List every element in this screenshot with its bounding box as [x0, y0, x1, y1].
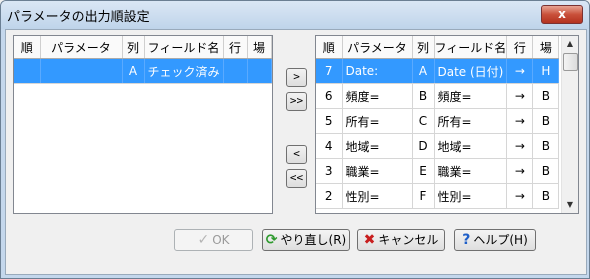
cell-row: →	[506, 83, 534, 109]
cell-parameter: 職業=	[342, 158, 413, 184]
cell-column: E	[412, 158, 435, 184]
cell-field-name: 頻度=	[434, 83, 508, 109]
cell-order: 3	[316, 158, 343, 184]
cell-column: C	[412, 108, 435, 134]
column-header-row[interactable]: 行	[223, 36, 248, 59]
question-icon: ?	[462, 232, 471, 248]
cell-row: →	[506, 183, 534, 209]
cell-row: →	[506, 108, 534, 134]
output-order-table[interactable]: 順 パラメータ 列 フィールド名 行 場 7 Date: A Date (日付)	[315, 35, 579, 214]
title-bar[interactable]: パラメータの出力順設定 x	[1, 1, 589, 29]
cell-field-name: チェック済み	[144, 58, 224, 84]
column-header-row[interactable]: 行	[506, 36, 534, 59]
table-header-row: 順 パラメータ 列 フィールド名 行 場	[316, 36, 560, 59]
column-header-place[interactable]: 場	[532, 36, 560, 59]
move-left-button[interactable]: <	[286, 145, 307, 164]
dialog-window: パラメータの出力順設定 x 順 パラメータ 列 フィールド名 行 場 A チェッ…	[0, 0, 590, 279]
cell-place: B	[532, 158, 560, 184]
table-row[interactable]: 2 性別= F 性別= → B	[316, 183, 560, 209]
cell-row	[223, 58, 248, 84]
help-button[interactable]: ? ヘルプ(H)	[454, 229, 536, 251]
dialog-client-area: 順 パラメータ 列 フィールド名 行 場 A チェック済み > >> < << …	[5, 29, 587, 275]
cell-order: 4	[316, 133, 343, 159]
window-title: パラメータの出力順設定	[7, 10, 150, 25]
reset-button-label: やり直し(R)	[280, 233, 347, 247]
cell-row: →	[506, 133, 534, 159]
close-icon: x	[558, 7, 566, 21]
table-row[interactable]: 7 Date: A Date (日付) → H	[316, 58, 560, 84]
close-button[interactable]: x	[541, 5, 583, 24]
column-header-parameter[interactable]: パラメータ	[40, 36, 123, 59]
column-header-order[interactable]: 順	[316, 36, 343, 59]
cell-place: B	[532, 133, 560, 159]
x-icon: ✖	[363, 232, 376, 248]
refresh-icon: ⟳	[265, 232, 278, 248]
column-header-column[interactable]: 列	[412, 36, 435, 59]
scroll-up-arrow-icon[interactable]: ▲	[562, 36, 578, 52]
cell-field-name: 所有=	[434, 108, 508, 134]
cell-column: F	[412, 183, 435, 209]
table-row[interactable]: 3 職業= E 職業= → B	[316, 158, 560, 184]
cell-parameter: 地域=	[342, 133, 413, 159]
scroll-thumb[interactable]	[563, 53, 578, 71]
check-icon: ✓	[197, 232, 210, 248]
cancel-button-label: キャンセル	[378, 233, 439, 247]
scroll-down-arrow-icon[interactable]: ▼	[562, 197, 578, 213]
column-header-column[interactable]: 列	[122, 36, 145, 59]
table-row[interactable]: 6 頻度= B 頻度= → B	[316, 83, 560, 109]
cell-place: B	[532, 108, 560, 134]
column-header-order[interactable]: 順	[14, 36, 41, 59]
cell-parameter: 性別=	[342, 183, 413, 209]
cell-row: →	[506, 158, 534, 184]
column-header-field-name[interactable]: フィールド名	[144, 36, 224, 59]
table-header-row: 順 パラメータ 列 フィールド名 行 場	[14, 36, 272, 59]
cell-field-name: Date (日付)	[434, 58, 508, 84]
cell-field-name: 性別=	[434, 183, 508, 209]
cell-parameter: 頻度=	[342, 83, 413, 109]
available-parameters-table[interactable]: 順 パラメータ 列 フィールド名 行 場 A チェック済み	[13, 35, 273, 214]
move-all-right-button[interactable]: >>	[286, 92, 307, 111]
cell-order: 2	[316, 183, 343, 209]
cell-order: 7	[316, 58, 343, 84]
move-right-button[interactable]: >	[286, 68, 307, 87]
cell-order: 5	[316, 108, 343, 134]
cell-column: A	[122, 58, 145, 84]
cell-place: H	[532, 58, 560, 84]
ok-button-label: OK	[212, 233, 230, 247]
cell-parameter	[40, 58, 123, 84]
cell-field-name: 地域=	[434, 133, 508, 159]
table-row[interactable]: 5 所有= C 所有= → B	[316, 108, 560, 134]
cell-field-name: 職業=	[434, 158, 508, 184]
column-header-place[interactable]: 場	[247, 36, 272, 59]
table-row[interactable]: 4 地域= D 地域= → B	[316, 133, 560, 159]
cell-column: A	[412, 58, 435, 84]
cell-parameter: 所有=	[342, 108, 413, 134]
table-row[interactable]: A チェック済み	[14, 58, 272, 84]
cell-column: B	[412, 83, 435, 109]
cell-order	[14, 58, 41, 84]
cell-column: D	[412, 133, 435, 159]
column-header-parameter[interactable]: パラメータ	[342, 36, 413, 59]
reset-button[interactable]: ⟳ やり直し(R)	[262, 229, 350, 251]
cell-parameter: Date:	[342, 58, 413, 84]
ok-button[interactable]: ✓ OK	[174, 229, 253, 251]
cell-place: B	[532, 183, 560, 209]
cell-place	[247, 58, 272, 84]
cell-row: →	[506, 58, 534, 84]
cancel-button[interactable]: ✖ キャンセル	[357, 229, 445, 251]
vertical-scrollbar[interactable]: ▲ ▼	[561, 36, 578, 213]
column-header-field-name[interactable]: フィールド名	[434, 36, 508, 59]
move-all-left-button[interactable]: <<	[286, 169, 307, 188]
cell-order: 6	[316, 83, 343, 109]
cell-place: B	[532, 83, 560, 109]
help-button-label: ヘルプ(H)	[473, 233, 528, 247]
